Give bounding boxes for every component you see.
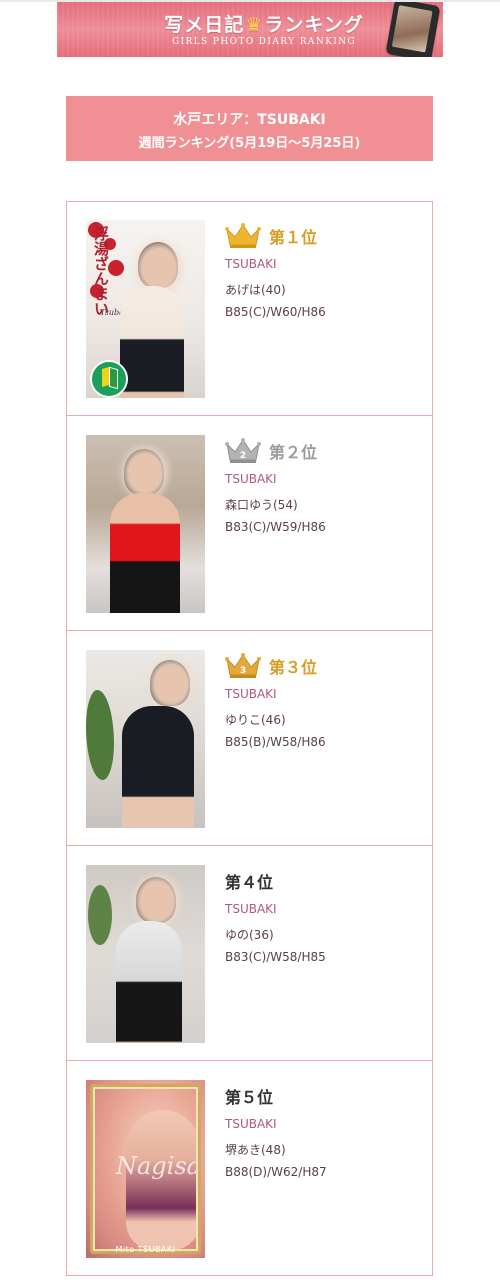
- girl-name[interactable]: ゆの(36): [225, 926, 425, 944]
- photo-diary-ranking-banner[interactable]: 写メ日記♛ランキング GIRLS PHOTO DIARY RANKING: [57, 2, 443, 57]
- banner-title-left: 写メ日記: [164, 14, 245, 36]
- rank-label: 第４位: [225, 868, 425, 894]
- profile-photo[interactable]: [86, 435, 205, 613]
- ranking-info: 3 第３位 TSUBAKI ゆりこ(46) B85(B)/W58/H86: [225, 653, 425, 753]
- rank-text: 第５位: [225, 1088, 274, 1107]
- body-size: B85(C)/W60/H86: [225, 305, 326, 319]
- banner-title-right: ランキング: [264, 14, 364, 36]
- profile-photo[interactable]: [86, 865, 205, 1043]
- rank-label: 第１位: [225, 223, 425, 249]
- photo-vertical-text: 浮湯ざんまい: [92, 226, 110, 316]
- silver-crown-icon: 2: [225, 438, 261, 463]
- girl-name[interactable]: ゆりこ(46): [225, 711, 425, 729]
- shop-name: TSUBAKI: [225, 1117, 277, 1131]
- banner-subtitle: GIRLS PHOTO DIARY RANKING: [171, 37, 357, 47]
- ranking-card-5[interactable]: Nagisa Mito TSUBAKI 第５位 TSUBAKI 堺あき(48) …: [66, 1061, 433, 1276]
- area-title: 水戸エリア：TSUBAKI: [173, 112, 326, 128]
- profile-photo[interactable]: [86, 650, 205, 828]
- ranking-info: 第１位 TSUBAKI あげは(40) B85(C)/W60/H86: [225, 223, 425, 323]
- rank-text: 第２位: [269, 443, 318, 462]
- ranking-info: 第４位 TSUBAKI ゆの(36) B83(C)/W58/H85: [225, 868, 425, 968]
- ranking-info: 第５位 TSUBAKI 堺あき(48) B88(D)/W62/H87: [225, 1083, 425, 1183]
- shop-name: TSUBAKI: [225, 687, 277, 701]
- rank-text: 第１位: [269, 228, 318, 247]
- rank-label: 3 第３位: [225, 653, 425, 679]
- girl-name[interactable]: あげは(40): [225, 281, 425, 299]
- body-size: B85(B)/W58/H86: [225, 735, 326, 749]
- bronze-crown-icon: 3: [225, 653, 261, 678]
- gold-crown-icon: [225, 223, 261, 248]
- body-size: B83(C)/W58/H85: [225, 950, 326, 964]
- crown-number: 2: [240, 451, 246, 461]
- rank-label: 2 第２位: [225, 438, 425, 464]
- period-title: 週間ランキング(5月19日〜5月25日): [138, 136, 361, 151]
- smartphone-icon: [385, 2, 441, 57]
- profile-photo[interactable]: 浮湯ざんまい Tsubaki: [86, 220, 205, 398]
- ranking-card-1[interactable]: 浮湯ざんまい Tsubaki 第１位 TSUBAKI あげは(40) B85(C…: [66, 201, 433, 416]
- rank-label: 第５位: [225, 1083, 425, 1109]
- ranking-card-4[interactable]: 第４位 TSUBAKI ゆの(36) B83(C)/W58/H85: [66, 846, 433, 1061]
- photo-caption: Mito TSUBAKI: [115, 1245, 176, 1254]
- body-size: B88(D)/W62/H87: [225, 1165, 327, 1179]
- rank-text: 第４位: [225, 873, 274, 892]
- shop-name: TSUBAKI: [225, 472, 277, 486]
- rank-text: 第３位: [269, 658, 318, 677]
- crown-icon: ♛: [245, 14, 264, 36]
- shop-name: TSUBAKI: [225, 257, 277, 271]
- girl-name[interactable]: 森口ゆう(54): [225, 496, 425, 514]
- shop-name: TSUBAKI: [225, 902, 277, 916]
- ranking-card-3[interactable]: 3 第３位 TSUBAKI ゆりこ(46) B85(B)/W58/H86: [66, 631, 433, 846]
- girl-name[interactable]: 堺あき(48): [225, 1141, 425, 1159]
- photo-frame: [90, 1084, 201, 1254]
- ranking-info: 2 第２位 TSUBAKI 森口ゆう(54) B83(C)/W59/H86: [225, 438, 425, 538]
- banner-title: 写メ日記♛ランキング: [139, 10, 389, 37]
- body-size: B83(C)/W59/H86: [225, 520, 326, 534]
- crown-number: 3: [240, 666, 246, 676]
- beginner-mark-icon: [90, 360, 128, 398]
- profile-photo[interactable]: Nagisa Mito TSUBAKI: [86, 1080, 205, 1258]
- ranking-heading: 水戸エリア：TSUBAKI 週間ランキング(5月19日〜5月25日): [66, 96, 433, 161]
- ranking-card-2[interactable]: 2 第２位 TSUBAKI 森口ゆう(54) B83(C)/W59/H86: [66, 416, 433, 631]
